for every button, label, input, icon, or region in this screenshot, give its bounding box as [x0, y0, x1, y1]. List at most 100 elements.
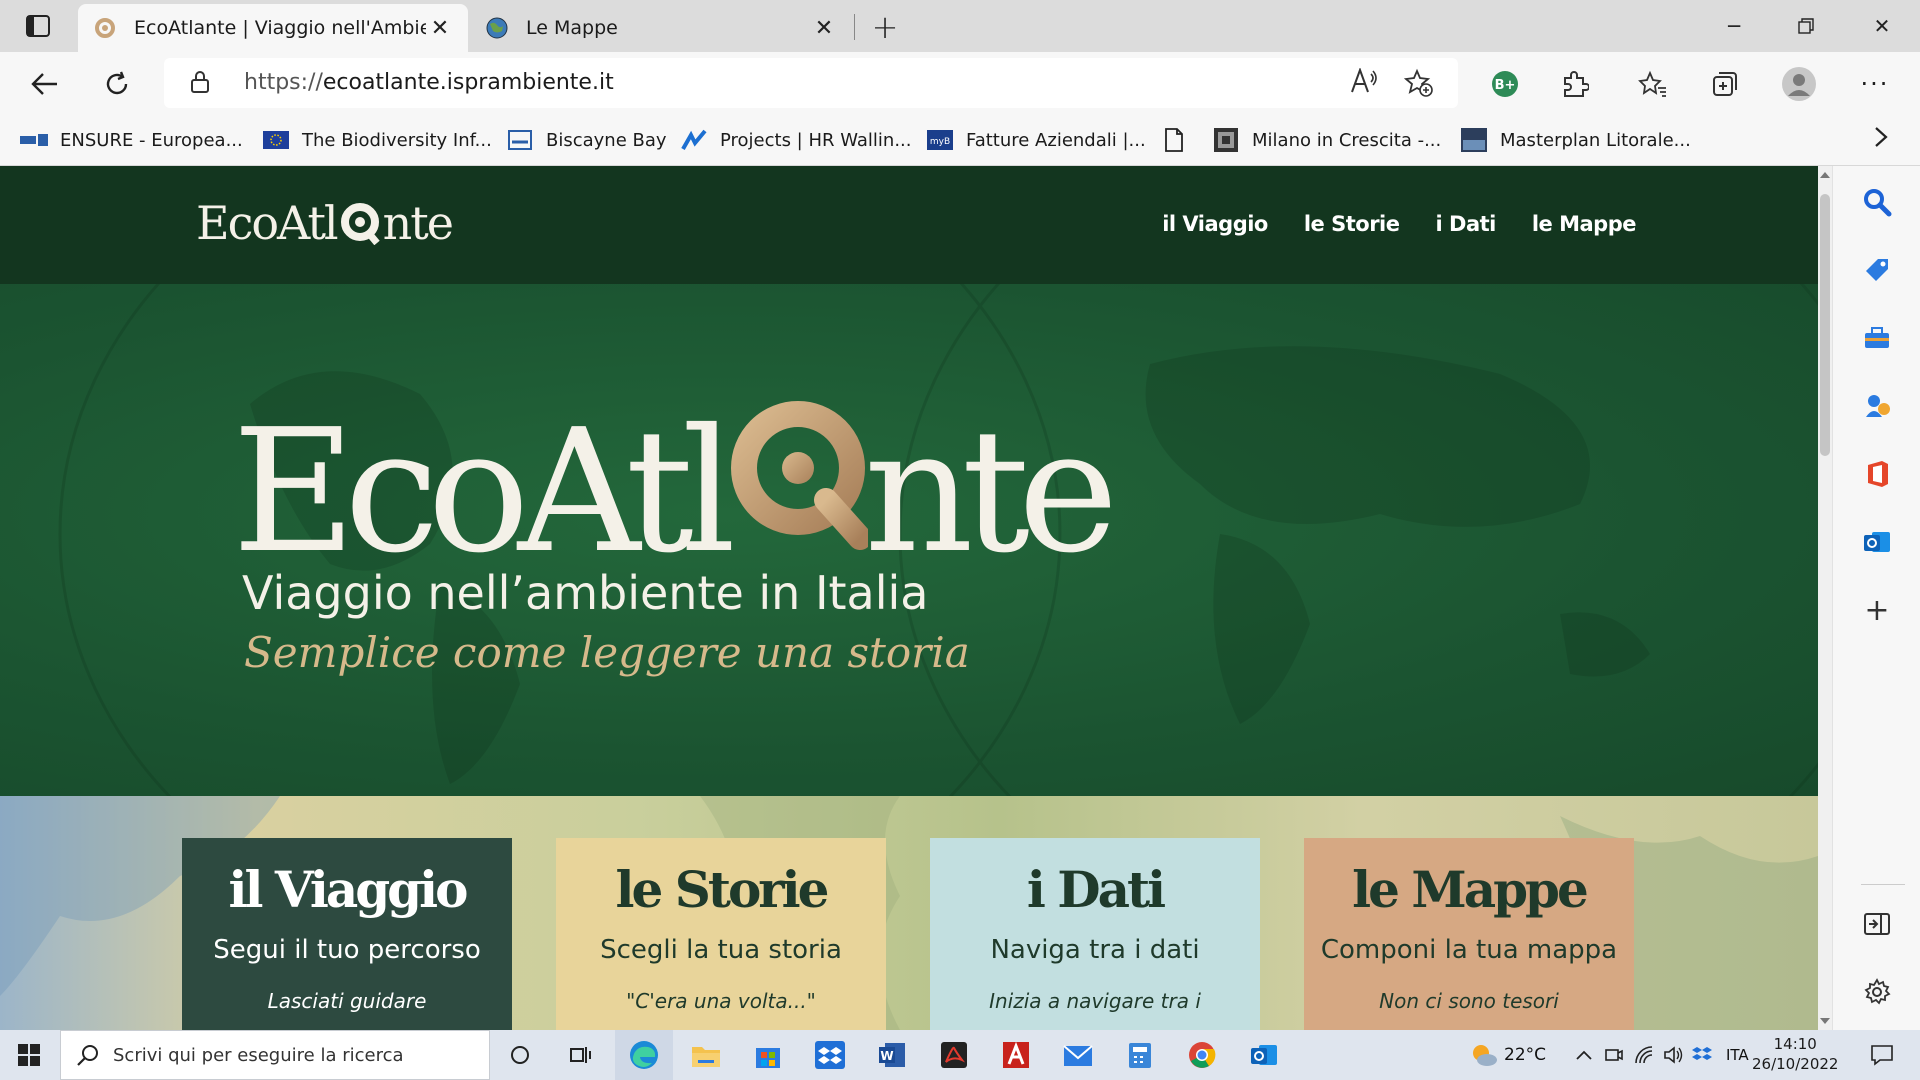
dropbox-tray-icon[interactable]	[1682, 1035, 1722, 1075]
card-subtitle: Segui il tuo percorso	[213, 935, 481, 965]
browser-toolbar: https://ecoatlante.isprambiente.it B+ ··…	[0, 52, 1920, 114]
site-logo[interactable]: EcoAtl nte	[196, 196, 454, 250]
hero-subtitle: Viaggio nell’ambiente in Italia	[242, 566, 929, 620]
favorite-item[interactable]: The Biodiversity Inf...	[262, 126, 492, 154]
favorite-item[interactable]: Milano in Crescita -...	[1212, 126, 1441, 154]
tab-ecoatlante[interactable]: EcoAtlante | Viaggio nell'Ambien ✕	[78, 4, 468, 52]
logo-q-icon	[340, 203, 380, 245]
shopping-tag-icon	[1866, 259, 1888, 281]
minimize-button[interactable]: ─	[1704, 8, 1764, 44]
edge-sidebar: +	[1832, 166, 1920, 1030]
page-scrollbar[interactable]	[1818, 166, 1832, 1030]
card-i-dati[interactable]: i Dati Naviga tra i dati Inizia a naviga…	[930, 838, 1260, 1030]
restore-button[interactable]	[1776, 8, 1836, 44]
nav-le-storie[interactable]: le Storie	[1304, 212, 1400, 236]
url-text[interactable]: https://ecoatlante.isprambiente.it	[244, 70, 614, 95]
close-tab-icon[interactable]: ✕	[810, 14, 838, 42]
start-button[interactable]	[0, 1030, 58, 1080]
scroll-up-arrow-icon[interactable]	[1820, 172, 1830, 178]
puzzle-icon	[1564, 71, 1589, 97]
taskbar-edge[interactable]	[615, 1030, 673, 1080]
taskbar-mail[interactable]	[1058, 1035, 1098, 1075]
favorites-star-icon	[1638, 70, 1666, 97]
taskbar-dropbox[interactable]	[810, 1035, 850, 1075]
bing-extension-button[interactable]: B+	[1486, 65, 1524, 103]
taskbar-search-box[interactable]: Scrivi qui per eseguire la ricerca	[60, 1030, 490, 1080]
biscayne-icon	[506, 129, 534, 151]
myb-icon: myB	[926, 129, 954, 151]
taskbar-file-explorer[interactable]	[686, 1035, 726, 1075]
refresh-icon	[106, 71, 128, 95]
page-icon	[1160, 128, 1188, 152]
sidebar-settings-button[interactable]	[1857, 972, 1897, 1012]
tab-le-mappe[interactable]: Le Mappe ✕	[470, 4, 852, 52]
taskbar-chrome[interactable]	[1182, 1035, 1222, 1075]
taskbar-autocad[interactable]	[996, 1035, 1036, 1075]
toolbox-icon	[1865, 327, 1889, 348]
favorite-item[interactable]	[1160, 126, 1200, 154]
task-view-button[interactable]	[560, 1035, 600, 1075]
notifications-icon[interactable]	[1862, 1035, 1902, 1075]
favorite-item[interactable]: myB Fatture Aziendali |...	[926, 126, 1146, 154]
back-button[interactable]	[26, 65, 64, 103]
settings-more-button[interactable]: ···	[1856, 65, 1894, 103]
cortana-button[interactable]	[500, 1035, 540, 1075]
card-le-storie[interactable]: le Storie Scegli la tua storia "C'era un…	[556, 838, 886, 1030]
taskbar-store[interactable]	[748, 1035, 788, 1075]
ensure-icon	[20, 129, 48, 151]
card-le-mappe[interactable]: le Mappe Componi la tua mappa Non ci son…	[1304, 838, 1634, 1030]
taskbar-word[interactable]: W	[872, 1035, 912, 1075]
collections-button[interactable]	[1706, 65, 1744, 103]
site-header: EcoAtl nte il Viaggio le Storie i Dati l…	[0, 166, 1818, 284]
sidebar-add-button[interactable]: +	[1857, 590, 1897, 630]
close-tab-icon[interactable]: ✕	[426, 14, 454, 42]
chevron-right-icon[interactable]	[1874, 126, 1888, 154]
gear-icon	[1864, 978, 1891, 1005]
favorite-item[interactable]: Projects | HR Wallin...	[680, 126, 912, 154]
taskbar-outlook[interactable]	[1244, 1035, 1284, 1075]
nav-le-mappe[interactable]: le Mappe	[1532, 212, 1637, 236]
acrobat-icon	[941, 1042, 967, 1068]
tab-separator	[854, 14, 855, 40]
back-arrow-icon	[31, 73, 57, 95]
favorites-button[interactable]	[1634, 65, 1672, 103]
favorite-item[interactable]: Biscayne Bay	[506, 126, 667, 154]
system-clock[interactable]: 14:10 26/10/2022	[1752, 1034, 1838, 1074]
sidebar-shopping-button[interactable]	[1857, 250, 1897, 290]
cards-section: il Viaggio Segui il tuo percorso Lasciat…	[0, 796, 1818, 1030]
tab-actions-button[interactable]	[20, 10, 56, 42]
sidebar-games-button[interactable]	[1857, 386, 1897, 426]
hr-wallingford-icon	[680, 129, 708, 151]
taskbar-acrobat[interactable]	[934, 1035, 974, 1075]
weather-temperature[interactable]: 22°C	[1504, 1045, 1546, 1065]
nav-i-dati[interactable]: i Dati	[1436, 212, 1497, 236]
extensions-button[interactable]	[1556, 65, 1594, 103]
read-aloud-icon[interactable]	[1350, 67, 1378, 100]
hide-sidebar-icon	[1864, 913, 1890, 935]
favorite-item[interactable]: ENSURE - Europea...	[20, 126, 243, 154]
address-bar[interactable]: https://ecoatlante.isprambiente.it	[164, 58, 1458, 108]
games-icon	[1866, 395, 1890, 417]
scroll-thumb[interactable]	[1820, 194, 1830, 456]
profile-button[interactable]	[1780, 65, 1818, 103]
search-icon	[77, 1044, 99, 1066]
sidebar-office-button[interactable]	[1857, 454, 1897, 494]
nav-il-viaggio[interactable]: il Viaggio	[1162, 212, 1268, 236]
scroll-down-arrow-icon[interactable]	[1820, 1018, 1830, 1024]
windows-taskbar: Scrivi qui per eseguire la ricerca W 22°…	[0, 1030, 1920, 1080]
taskbar-calculator[interactable]	[1120, 1035, 1160, 1075]
weather-icon[interactable]	[1464, 1035, 1504, 1075]
sidebar-tools-button[interactable]	[1857, 318, 1897, 358]
tab-strip: EcoAtlante | Viaggio nell'Ambien ✕ Le Ma…	[0, 0, 1920, 52]
card-il-viaggio[interactable]: il Viaggio Segui il tuo percorso Lasciat…	[182, 838, 512, 1030]
input-language[interactable]: ITA	[1726, 1046, 1749, 1064]
new-tab-button[interactable]: +	[868, 8, 902, 46]
sidebar-outlook-button[interactable]	[1857, 522, 1897, 562]
add-favorite-icon[interactable]	[1403, 68, 1434, 102]
hide-sidebar-button[interactable]	[1857, 904, 1897, 944]
favorite-item[interactable]: Masterplan Litorale...	[1460, 126, 1691, 154]
refresh-button[interactable]	[98, 65, 136, 103]
sidebar-search-button[interactable]	[1857, 182, 1897, 222]
close-window-button[interactable]: ✕	[1852, 8, 1912, 44]
lock-icon[interactable]	[190, 70, 210, 98]
